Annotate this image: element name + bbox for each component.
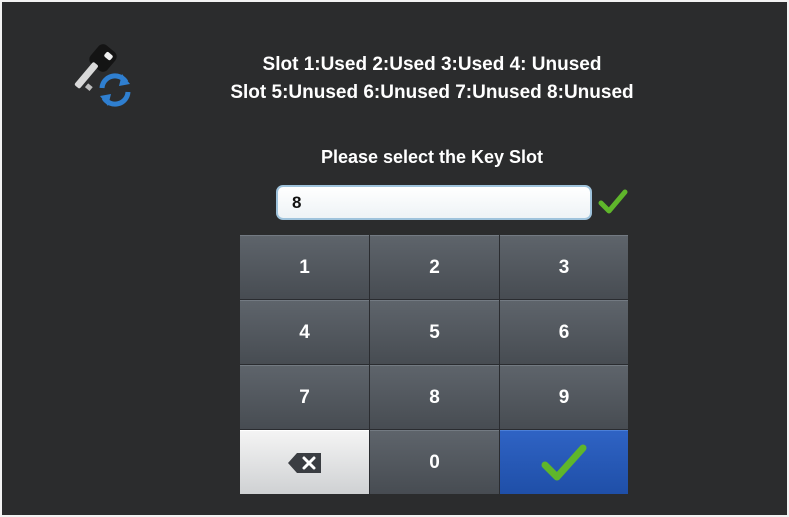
key-6[interactable]: 6: [500, 300, 628, 364]
key-slot-prompt: Please select the Key Slot: [320, 147, 544, 167]
key-7[interactable]: 7: [240, 365, 369, 429]
key-1[interactable]: 1: [240, 235, 369, 299]
key-9[interactable]: 9: [500, 365, 628, 429]
screen: Slot 1:Used 2:Used 3:Used 4: Unused Slot…: [2, 2, 787, 515]
checkmark-icon: [541, 444, 587, 480]
key-4[interactable]: 4: [240, 300, 369, 364]
key-3[interactable]: 3: [500, 235, 628, 299]
key-8[interactable]: 8: [370, 365, 499, 429]
key-slot-input[interactable]: 8: [276, 185, 592, 220]
backspace-icon: [287, 452, 321, 473]
key-2[interactable]: 2: [370, 235, 499, 299]
numeric-keypad: 1 2 3 4 5 6 7 8 9 0: [240, 235, 628, 494]
key-change-icon: [74, 44, 131, 107]
checkmark-icon: [598, 189, 628, 214]
key-5[interactable]: 5: [370, 300, 499, 364]
slot-status-line-2: Slot 5:Unused 6:Unused 7:Unused 8:Unused: [230, 82, 634, 103]
enter-button[interactable]: [500, 430, 628, 494]
backspace-button[interactable]: [240, 430, 369, 494]
key-0[interactable]: 0: [370, 430, 499, 494]
slot-status-line-1: Slot 1:Used 2:Used 3:Used 4: Unused: [262, 54, 602, 75]
